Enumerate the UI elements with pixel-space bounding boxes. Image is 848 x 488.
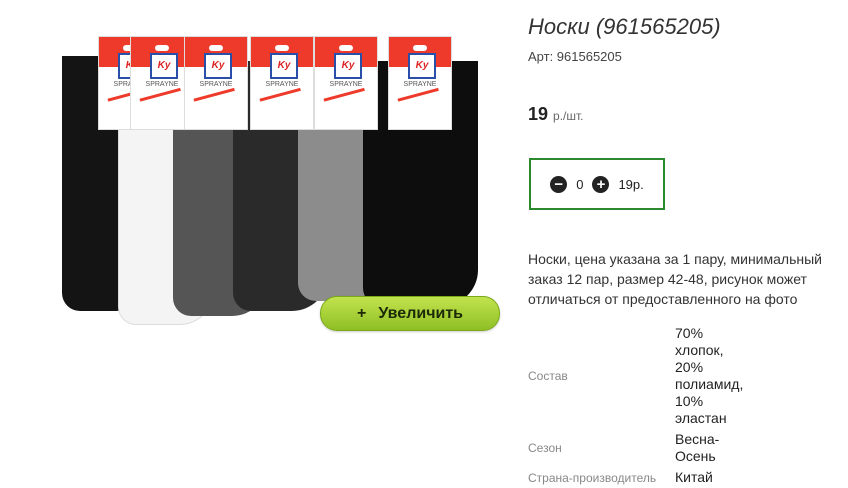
quantity-total: 19р. [618, 176, 644, 192]
minus-circle-icon[interactable]: − [550, 175, 568, 193]
zoom-button[interactable]: + Увеличить [320, 296, 500, 331]
property-row: Состав 70% хлопок, 20% полиамид, 10% эла… [528, 323, 755, 429]
zoom-button-label: Увеличить [378, 304, 463, 322]
quantity-value: 0 [576, 176, 584, 192]
properties-table: Состав 70% хлопок, 20% полиамид, 10% эла… [528, 323, 755, 488]
plus-icon: + [356, 304, 367, 322]
article-number: Арт: 961565205 [528, 49, 622, 64]
package-card: Ky SPRAYNE [250, 36, 314, 130]
package-card: Ky SPRAYNE [184, 36, 248, 130]
product-description: Носки, цена указана за 1 пару, минимальн… [528, 251, 822, 307]
property-key: Сезон [528, 441, 562, 455]
product-photo[interactable]: Ky SPRAYNE Ky SPRAYNE Ky SPRAYNE Ky SPRA… [58, 36, 498, 336]
property-value: 70% хлопок, 20% полиамид, 10% эластан [675, 325, 744, 426]
quantity-stepper: − 0 + 19р. [529, 158, 665, 210]
property-key: Состав [528, 369, 568, 383]
product-title: Носки (961565205) [528, 14, 721, 39]
package-card: Ky SPRAYNE [314, 36, 378, 130]
plus-circle-icon[interactable]: + [592, 175, 610, 193]
property-key: Страна-производитель [528, 470, 657, 485]
price: 19 р./шт. [528, 104, 584, 125]
property-value: Весна-Осень [675, 431, 720, 464]
property-row: Страна-производитель Китай [528, 467, 755, 488]
package-card: Ky SPRAYNE [388, 36, 452, 130]
price-value: 19 [528, 104, 549, 124]
price-unit: р./шт. [553, 109, 584, 123]
property-value: Китай [675, 469, 713, 485]
property-row: Сезон Весна-Осень [528, 429, 755, 467]
